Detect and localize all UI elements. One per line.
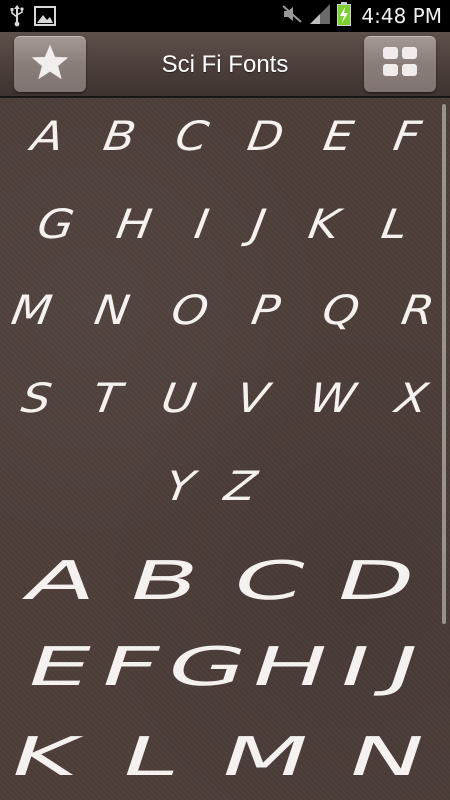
action-bar: Sci Fi Fonts	[0, 32, 450, 102]
status-time: 4:48 PM	[361, 4, 442, 28]
glyph: W	[305, 374, 359, 422]
glyph: F	[389, 112, 424, 160]
grid-icon	[380, 44, 420, 85]
letter-row-2: G H I J K L	[34, 194, 412, 254]
glyph: V	[233, 374, 273, 422]
glyph: B	[120, 550, 210, 612]
usb-icon	[10, 5, 24, 32]
status-bar: 4:48 PM	[0, 0, 450, 32]
status-right-icons: 4:48 PM	[281, 0, 442, 32]
glyph: G	[157, 636, 256, 698]
glyph: Y	[161, 462, 198, 510]
font-preview-area[interactable]: A B C D E F G H I J K L M N O P Q R S T …	[0, 98, 450, 800]
glyph: E	[17, 636, 102, 698]
glyph: D	[326, 550, 425, 612]
letter-row-4: S T U V W X	[18, 368, 432, 428]
glyph: L	[378, 200, 412, 248]
stylized-row-3: K L M N	[1, 714, 434, 800]
glyph: N	[91, 286, 134, 334]
glyph: M	[211, 726, 319, 788]
glyph: H	[241, 636, 338, 698]
glyph: C	[223, 550, 314, 612]
favorites-button[interactable]	[14, 36, 86, 92]
glyph: F	[91, 636, 170, 698]
glyph: J	[248, 200, 270, 248]
star-icon	[30, 43, 70, 86]
glyph: K	[1, 726, 88, 788]
glyph: O	[168, 286, 213, 334]
glyph: N	[338, 726, 434, 788]
stylized-row-1: A B C D	[17, 538, 424, 624]
glyph: B	[100, 112, 140, 160]
grid-view-button[interactable]	[364, 36, 436, 92]
glyph: H	[113, 200, 156, 248]
battery-charging-icon	[337, 1, 352, 31]
glyph: G	[34, 200, 78, 248]
glyph: T	[88, 374, 125, 422]
glyph: M	[8, 286, 56, 334]
letter-row-1: A B C D E F	[28, 106, 424, 166]
glyph: X	[392, 374, 432, 422]
glyph: D	[244, 112, 288, 160]
image-icon	[34, 6, 56, 31]
glyph: L	[112, 726, 189, 788]
glyph: E	[320, 112, 357, 160]
letter-row-5: Y Z	[150, 456, 272, 516]
glyph: S	[18, 374, 55, 422]
glyph: R	[398, 286, 438, 334]
mute-icon	[281, 4, 303, 29]
glyph: C	[171, 112, 212, 160]
letter-row-3: M N O P Q R	[8, 280, 438, 340]
glyph: A	[16, 550, 106, 612]
page-title: Sci Fi Fonts	[161, 51, 289, 78]
glyph: Z	[221, 462, 261, 510]
glyph: Q	[318, 286, 363, 334]
glyph: I	[329, 636, 380, 698]
glyph: K	[304, 200, 343, 248]
scrollbar[interactable]	[442, 104, 446, 624]
status-left-icons	[10, 5, 56, 32]
glyph: A	[28, 112, 68, 160]
stylized-row-2: E F G H I J	[18, 624, 428, 710]
glyph: P	[247, 286, 284, 334]
signal-icon	[309, 3, 331, 30]
glyph: J	[378, 636, 429, 698]
glyph: I	[191, 200, 213, 248]
glyph: U	[158, 374, 200, 422]
